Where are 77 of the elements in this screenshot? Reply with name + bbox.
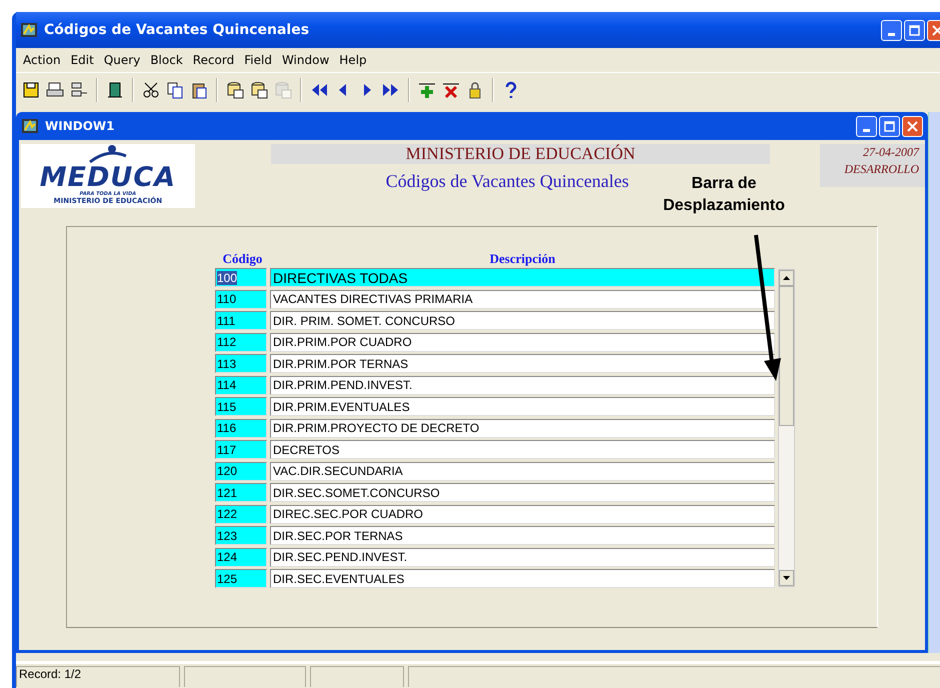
close-icon [907, 120, 918, 132]
menu-item[interactable]: Window [276, 53, 334, 67]
code-field[interactable]: 113 [215, 354, 267, 374]
scroll-down-button[interactable] [779, 570, 794, 586]
close-icon [932, 24, 940, 36]
minimize-icon [863, 128, 870, 132]
code-field[interactable]: 112 [215, 332, 267, 352]
menu-item[interactable]: Action [18, 53, 66, 67]
window-title: Códigos de Vacantes Quincenales [44, 22, 310, 38]
figure-icon [88, 144, 128, 164]
description-field[interactable]: DIR.SEC.PEND.INVEST. [270, 548, 775, 567]
close-button[interactable] [902, 116, 923, 136]
logo-name: MEDUCA [40, 164, 176, 191]
copy-icon[interactable] [166, 81, 184, 99]
code-field[interactable]: 114 [215, 376, 267, 395]
code-field[interactable]: 117 [215, 440, 267, 460]
menu-item[interactable]: Record [188, 53, 240, 67]
menu-item[interactable]: Field [239, 53, 277, 67]
description-field[interactable]: DIR.SEC.EVENTUALES [270, 569, 775, 588]
code-field[interactable]: 123 [215, 526, 267, 546]
menu-item[interactable]: Help [334, 53, 372, 67]
code-field[interactable]: 115 [215, 397, 267, 416]
form-icon [21, 118, 39, 134]
code-field[interactable]: 121 [215, 483, 267, 502]
environment-text: DESARROLLO [844, 161, 919, 178]
menu-item[interactable]: Edit [66, 53, 99, 67]
minimize-icon [888, 32, 895, 36]
code-field[interactable]: 100 [215, 268, 267, 288]
code-field[interactable]: 120 [215, 462, 267, 481]
description-field[interactable]: DIR.SEC.SOMET.CONCURSO [270, 483, 775, 502]
paste-icon[interactable] [190, 81, 208, 99]
description-field[interactable]: DECRETOS [270, 440, 775, 460]
description-field[interactable]: DIREC.SEC.POR CUADRO [270, 504, 775, 524]
ministry-title: MINISTERIO DE EDUCACIÓN [270, 144, 770, 164]
scroll-up-button[interactable] [779, 270, 794, 286]
down-arrow-icon [783, 576, 790, 580]
print-icon[interactable] [46, 81, 64, 99]
menu-item[interactable]: Block [145, 53, 188, 67]
code-field[interactable]: 110 [215, 290, 267, 309]
description-field[interactable]: DIR.PRIM.POR CUADRO [270, 332, 775, 352]
maximize-button[interactable] [904, 20, 925, 40]
column-header: Código [222, 251, 264, 267]
minimize-button[interactable] [856, 116, 877, 136]
save-icon[interactable] [22, 81, 40, 99]
menu-item[interactable]: Query [98, 53, 146, 67]
date-text: 27-04-2007 [863, 144, 919, 161]
record-counter: Record: 1/2 [16, 666, 180, 687]
description-field[interactable]: DIR. PRIM. SOMET. CONCURSO [270, 311, 775, 330]
form-icon [20, 22, 38, 38]
delete-icon[interactable] [442, 81, 460, 99]
description-field[interactable]: DIR.SEC.POR TERNAS [270, 526, 775, 546]
code-field[interactable]: 125 [215, 569, 267, 588]
description-field[interactable]: DIR.PRIM.PEND.INVEST. [270, 376, 775, 395]
description-field[interactable]: DIR.PRIM.PROYECTO DE DECRETO [270, 418, 775, 438]
insert-icon[interactable] [418, 81, 436, 99]
code-field[interactable]: 122 [215, 504, 267, 524]
description-field[interactable]: DIR.PRIM.POR TERNAS [270, 354, 775, 374]
code-field[interactable]: 116 [215, 418, 267, 438]
annotation-text: Barra de Desplazamiento [662, 174, 786, 216]
description-field[interactable]: DIRECTIVAS TODAS [270, 268, 775, 288]
column-header: Descripción [488, 251, 556, 267]
code-field[interactable]: 124 [215, 548, 267, 567]
maximize-button[interactable] [879, 116, 900, 136]
scrollbar[interactable] [778, 269, 795, 587]
minimize-button[interactable] [881, 20, 902, 40]
description-field[interactable]: VAC.DIR.SECUNDARIA [270, 462, 775, 481]
form-title: Códigos de Vacantes Quincenales [386, 171, 629, 192]
description-field[interactable]: VACANTES DIRECTIVAS PRIMARIA [270, 290, 775, 309]
inner-window-title: WINDOW1 [45, 119, 116, 133]
window-scrollbar[interactable] [928, 112, 940, 653]
cut-icon[interactable] [142, 81, 160, 99]
description-field[interactable]: DIR.PRIM.EVENTUALES [270, 397, 775, 416]
maximize-icon [909, 24, 920, 36]
scroll-thumb[interactable] [779, 286, 794, 426]
up-arrow-icon [783, 276, 790, 280]
code-field[interactable]: 111 [215, 311, 267, 330]
maximize-icon [884, 120, 895, 132]
